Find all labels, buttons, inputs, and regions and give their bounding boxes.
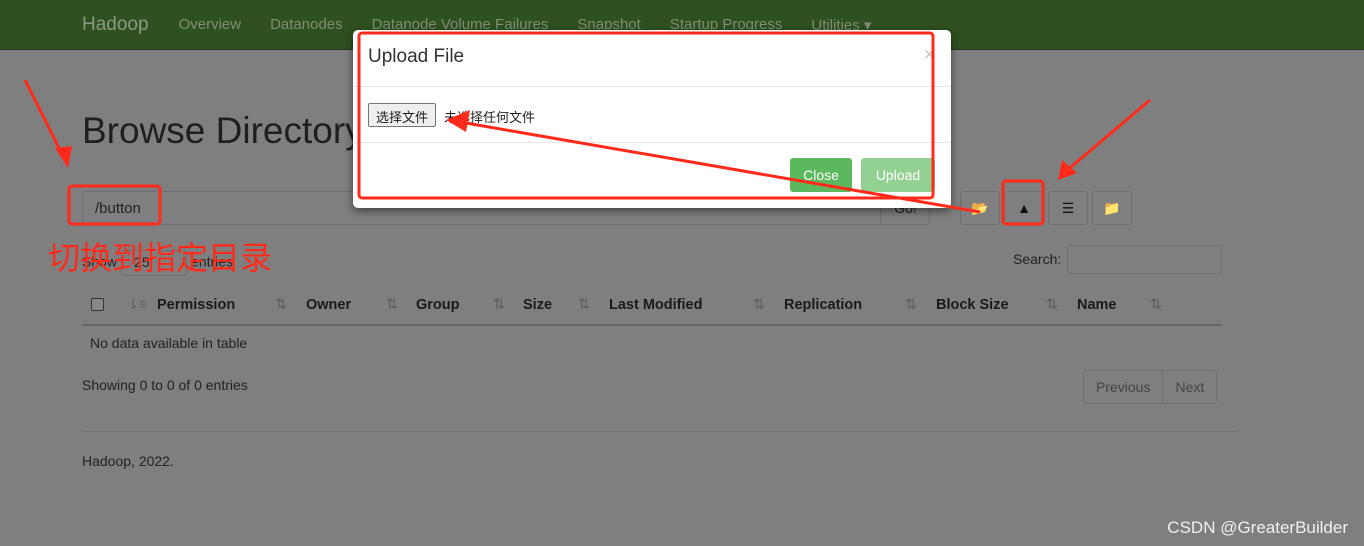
col-permission[interactable]: Permission — [157, 297, 235, 313]
annotation-arrow — [23, 79, 67, 161]
sort-icon[interactable]: ⇂≡ — [127, 297, 148, 313]
close-button[interactable]: Close — [790, 158, 852, 192]
sort-icon[interactable]: ⇅ — [1150, 297, 1162, 313]
table-info: Showing 0 to 0 of 0 entries — [82, 377, 248, 393]
next-button[interactable]: Next — [1162, 371, 1216, 403]
annotation-arrow — [1064, 98, 1151, 174]
sort-icon[interactable]: ⇅ — [753, 297, 765, 313]
table-header: ⇂≡ Permission ⇅ Owner ⇅ Group ⇅ Size ⇅ L… — [82, 290, 1222, 326]
sort-icon[interactable]: ⇅ — [275, 297, 287, 313]
divider — [353, 86, 951, 87]
select-all-checkbox[interactable] — [91, 298, 104, 311]
upload-button[interactable]: Upload — [861, 158, 935, 192]
sort-icon[interactable]: ⇅ — [493, 297, 505, 313]
col-size[interactable]: Size — [523, 297, 552, 313]
no-file-text: 未选择任何文件 — [444, 110, 536, 125]
cloud-upload-icon[interactable]: ▲ — [1004, 191, 1044, 225]
col-last-modified[interactable]: Last Modified — [609, 297, 702, 313]
modal-title: Upload File — [368, 46, 465, 67]
list-icon[interactable]: ☰ — [1048, 191, 1088, 225]
brand[interactable]: Hadoop — [82, 14, 149, 36]
upload-modal: Upload File × 选择文件 未选择任何文件 Close Upload — [353, 30, 951, 208]
col-group[interactable]: Group — [416, 297, 460, 313]
empty-message: No data available in table — [90, 335, 248, 351]
sort-icon[interactable]: ⇅ — [578, 297, 590, 313]
nav-datanodes[interactable]: Datanodes — [270, 16, 343, 33]
footer: Hadoop, 2022. — [82, 453, 174, 469]
search-label: Search: — [1013, 251, 1062, 267]
col-block-size[interactable]: Block Size — [936, 297, 1009, 313]
nav-overview[interactable]: Overview — [179, 16, 242, 33]
col-owner[interactable]: Owner — [306, 297, 351, 313]
sort-icon[interactable]: ⇅ — [1046, 297, 1058, 313]
annotation-text: 切换到指定目录 — [48, 239, 273, 277]
search-input[interactable] — [1067, 245, 1222, 274]
watermark: CSDN @GreaterBuilder — [1167, 518, 1348, 537]
choose-file-button[interactable]: 选择文件 — [368, 103, 437, 127]
sort-icon[interactable]: ⇅ — [905, 297, 917, 313]
previous-button[interactable]: Previous — [1084, 371, 1162, 403]
pagination: Previous Next — [1083, 370, 1218, 404]
close-icon[interactable]: × — [923, 44, 935, 67]
col-replication[interactable]: Replication — [784, 297, 862, 313]
folder-open-icon[interactable]: 📂 — [960, 191, 1000, 225]
page-title: Browse Directory — [82, 110, 364, 151]
create-folder-icon[interactable]: 📁 — [1092, 191, 1132, 225]
col-name[interactable]: Name — [1077, 297, 1117, 313]
sort-icon[interactable]: ⇅ — [386, 297, 398, 313]
divider — [353, 142, 951, 143]
divider — [82, 431, 1237, 432]
